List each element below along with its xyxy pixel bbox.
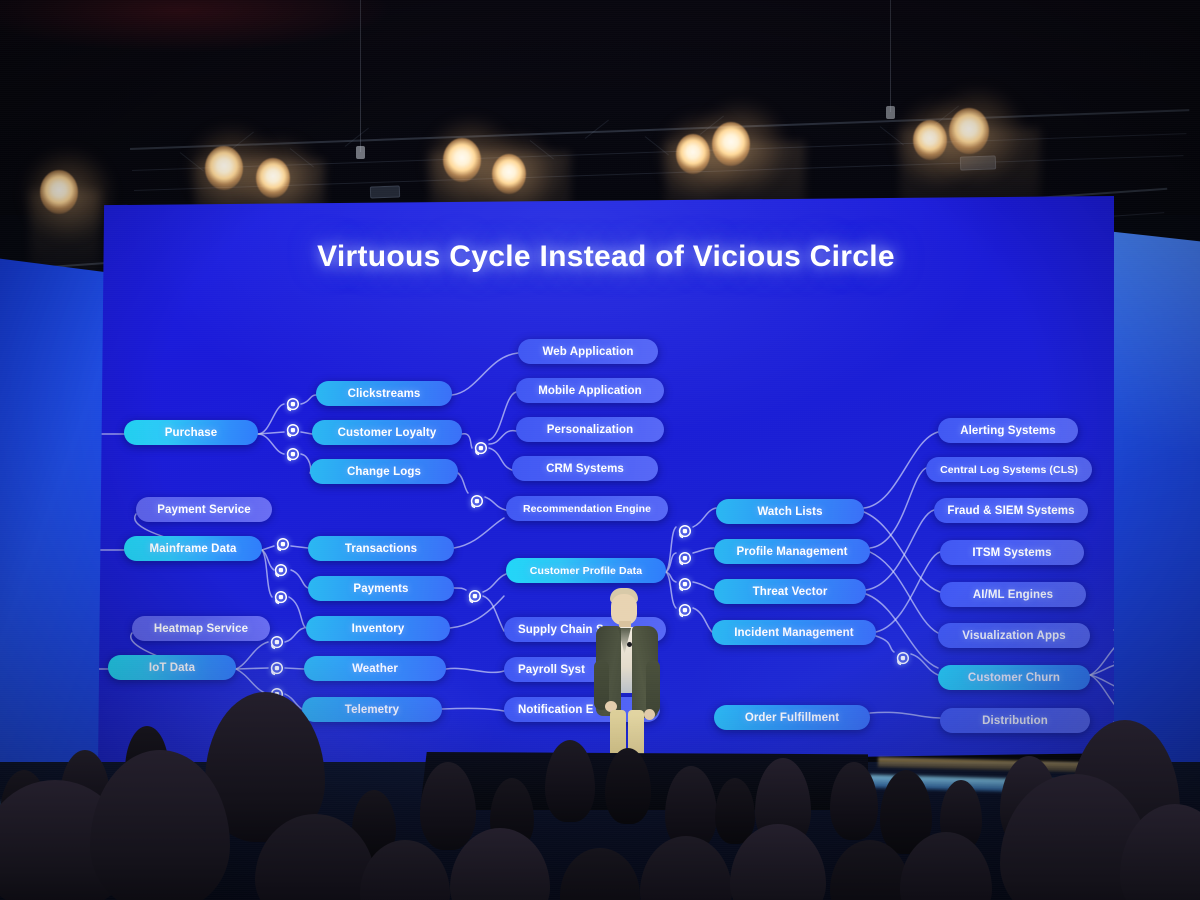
diagram-node: Incident Management xyxy=(712,620,876,645)
diagram-node: Web Application xyxy=(518,339,658,364)
truss-fixture xyxy=(356,146,365,159)
diagram-node-label: Fraud & SIEM Systems xyxy=(947,504,1075,517)
diagram-node-label: IoT Data xyxy=(148,661,196,674)
speaker-microphone xyxy=(627,642,632,647)
diagram-node-label: Threat Vector xyxy=(752,585,828,598)
diagram-node: Inventory xyxy=(306,616,450,641)
cycle-icon xyxy=(274,536,291,553)
diagram-node-label: Payment Service xyxy=(157,503,251,516)
cycle-icon xyxy=(268,634,285,651)
diagram-node-label: Watch Lists xyxy=(757,505,823,518)
diagram-node: Watch Lists xyxy=(716,499,864,524)
cycle-icon xyxy=(676,602,693,619)
diagram-node-label: Customer Profile Data xyxy=(529,564,643,577)
diagram-node-label: Central Log Systems (CLS) xyxy=(940,463,1078,476)
diagram-node: Mainframe Data xyxy=(124,536,262,561)
hanging-wire xyxy=(890,0,891,112)
diagram-node: Change Logs xyxy=(310,459,458,484)
diagram-node: Alerting Systems xyxy=(938,418,1078,443)
cycle-icon xyxy=(268,660,285,677)
cycle-icon xyxy=(272,562,289,579)
diagram-node: Recommendation Engine xyxy=(506,496,668,521)
diagram-node: Heatmap Service xyxy=(132,616,270,641)
audience-silhouette xyxy=(560,848,640,900)
diagram-node: ITSM Systems xyxy=(940,540,1084,565)
diagram-node: Payment Service xyxy=(136,497,272,522)
stage-light xyxy=(712,122,750,166)
diagram-node-label: CRM Systems xyxy=(546,462,624,475)
diagram-node: Profile Management xyxy=(714,539,870,564)
stage-light xyxy=(40,170,78,214)
cycle-icon xyxy=(468,493,485,510)
cycle-icon xyxy=(284,396,301,413)
diagram-node: Payments xyxy=(308,576,454,601)
truss-fixture xyxy=(886,106,895,119)
stage-light xyxy=(949,108,989,154)
diagram-node-label: Mainframe Data xyxy=(149,542,237,555)
diagram-node: IoT Data xyxy=(108,655,236,680)
audience-silhouette xyxy=(640,836,732,900)
diagram-node-label: Heatmap Service xyxy=(153,622,249,635)
diagram-node: Visualization Apps xyxy=(938,623,1090,648)
cycle-icon xyxy=(676,523,693,540)
cycle-icon xyxy=(284,446,301,463)
cycle-icon xyxy=(466,588,483,605)
diagram-node: Weather xyxy=(304,656,446,681)
diagram-node: Personalization xyxy=(516,417,664,442)
diagram-node: Clickstreams xyxy=(316,381,452,406)
diagram-node-label: Clickstreams xyxy=(347,387,421,400)
diagram-node-label: Change Logs xyxy=(347,465,421,478)
diagram-node: Fraud & SIEM Systems xyxy=(934,498,1088,523)
diagram-node-label: Visualization Apps xyxy=(962,629,1066,642)
cycle-icon xyxy=(284,422,301,439)
diagram-node: Transactions xyxy=(308,536,454,561)
diagram-node: Threat Vector xyxy=(714,579,866,604)
diagram-node: Customer Churn xyxy=(938,665,1090,690)
diagram-node-label: Transactions xyxy=(344,542,418,555)
stage-light xyxy=(205,146,243,190)
cycle-icon xyxy=(894,650,911,667)
diagram-node-label: Payments xyxy=(353,582,409,595)
diagram-node: Customer Loyalty xyxy=(312,420,462,445)
diagram-node-label: Customer Churn xyxy=(967,671,1061,684)
cycle-icon xyxy=(676,576,693,593)
diagram-node-label: AI/ML Engines xyxy=(972,588,1054,601)
stage-light xyxy=(256,158,290,198)
diagram-node: CRM Systems xyxy=(512,456,658,481)
diagram-node: Central Log Systems (CLS) xyxy=(926,457,1092,482)
diagram-node-label: Weather xyxy=(352,662,398,675)
diagram-node-label: Incident Management xyxy=(734,626,854,639)
diagram-node: Mobile Application xyxy=(516,378,664,403)
cycle-icon xyxy=(272,589,289,606)
diagram-node-label: Web Application xyxy=(542,345,634,358)
diagram-node-label: Alerting Systems xyxy=(960,424,1056,437)
diagram-node: Customer Profile Data xyxy=(506,558,666,583)
diagram-node-label: Profile Management xyxy=(736,545,848,558)
diagram-node-label: Personalization xyxy=(546,423,634,436)
truss-speaker-box xyxy=(369,185,401,199)
diagram-node-label: Payroll Syst xyxy=(518,663,586,676)
diagram-node-label: Recommendation Engine xyxy=(522,502,652,515)
cycle-icon xyxy=(676,550,693,567)
hanging-wire xyxy=(360,0,361,152)
diagram-node-label: Purchase xyxy=(164,426,218,439)
diagram-node: Purchase xyxy=(124,420,258,445)
stage-light xyxy=(492,154,526,194)
cycle-icon xyxy=(472,440,489,457)
diagram-node: AI/ML Engines xyxy=(940,582,1086,607)
stage-photo: Virtuous Cycle Instead of Vicious Circle xyxy=(0,0,1200,900)
diagram-node-label: Inventory xyxy=(351,622,405,635)
diagram-node-label: ITSM Systems xyxy=(972,546,1052,559)
diagram-node-label: Customer Loyalty xyxy=(337,426,437,439)
diagram-node-label: Mobile Application xyxy=(538,384,642,397)
